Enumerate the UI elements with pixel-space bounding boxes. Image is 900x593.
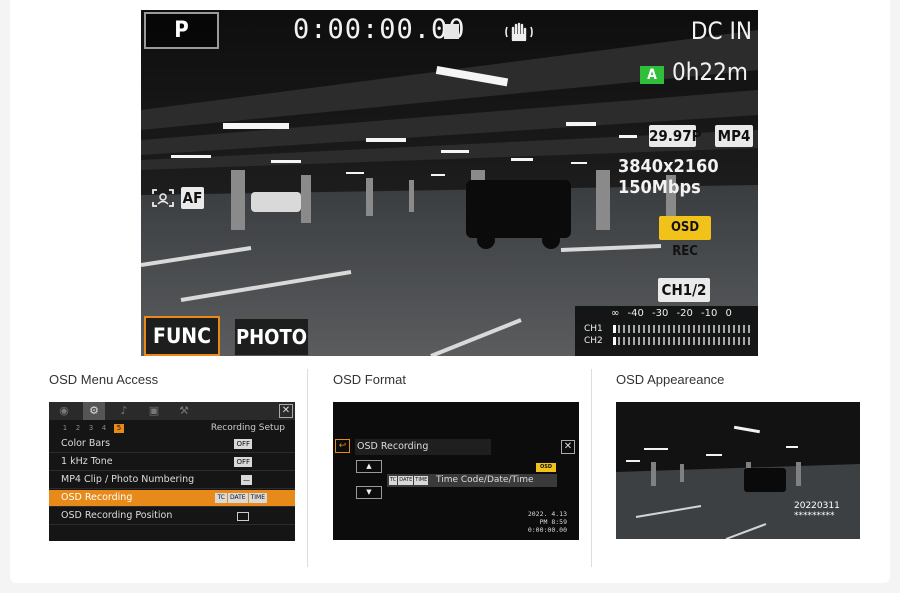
close-icon[interactable]: ✕ [279, 404, 293, 418]
osd-tags: TC DATE TIME [389, 476, 429, 485]
stamp-date: 2022. 4.13 [527, 510, 567, 518]
format-panel-title: OSD Recording [355, 439, 491, 455]
tag-time: TIME [414, 476, 429, 485]
menu-row-osd-recording[interactable]: OSD Recording TC DATE TIME [49, 490, 295, 507]
stop-icon [444, 24, 459, 39]
format-option-row[interactable]: TC DATE TIME Time Code/Date/Time [387, 474, 557, 487]
resolution-bitrate: 3840x2160 150Mbps [618, 156, 719, 198]
menu-page[interactable]: 2 [73, 424, 83, 433]
scroll-up-button[interactable]: ▲ [356, 460, 382, 473]
meter-ch2-label: CH2 [584, 336, 603, 346]
audio-icon[interactable]: ♪ [113, 402, 135, 420]
menu-row-value: OFF [234, 439, 252, 449]
func-button[interactable]: FUNC [144, 316, 220, 356]
osd-stamp-preview: 2022. 4.13 PM 8:59 0:00:00.00 [528, 510, 567, 534]
menu-row-1khz-tone[interactable]: 1 kHz Tone OFF [49, 454, 295, 471]
stamp-date: 20220311 [794, 501, 840, 511]
osd-rec-badge: OSD REC [536, 463, 556, 479]
position-icon [237, 512, 249, 521]
column-title-appearance: OSD Appeareance [616, 372, 725, 387]
back-icon[interactable]: ↩ [335, 439, 350, 453]
menu-section-title: Recording Setup [210, 423, 285, 433]
playback-icon[interactable]: ▣ [143, 402, 165, 420]
menu-page-active[interactable]: 5 [114, 424, 124, 433]
stamp-time: PM 8:59 [539, 518, 567, 526]
menu-row-osd-position[interactable]: OSD Recording Position [49, 508, 295, 525]
meter-scale: ∞ -40 -30 -20 -10 0 [611, 308, 732, 319]
column-title-format: OSD Format [333, 372, 406, 387]
close-icon[interactable]: ✕ [561, 440, 575, 454]
menu-row-value: OFF [234, 457, 252, 467]
meter-ch1-level [613, 325, 616, 333]
column-divider [591, 369, 592, 567]
photo-button[interactable]: PHOTO [234, 318, 309, 356]
meter-ch2-level [613, 337, 616, 345]
face-detect-icon [152, 189, 174, 207]
meter-ch1-bar [613, 325, 753, 333]
menu-page[interactable]: 1 [60, 424, 70, 433]
menu-row-value: — [241, 475, 252, 485]
record-setup-icon[interactable]: ⚙ [83, 402, 105, 420]
osd-stamp-sample: 20220311 ********* [794, 501, 840, 521]
shooting-mode-indicator: P [144, 12, 219, 49]
wrench-icon[interactable]: ⚒ [173, 402, 195, 420]
column-divider [307, 369, 308, 567]
tag-time: TIME [248, 493, 267, 503]
osd-format-screen: ↩ OSD Recording ✕ ▲ ▼ OSD REC TCDATETIME… [333, 402, 579, 540]
audio-level-meter: ∞ -40 -30 -20 -10 0 CH1 CH2 [575, 306, 758, 356]
stamp-timecode: 0:00:00.00 [527, 526, 567, 534]
autofocus-badge: AF [181, 187, 204, 209]
menu-page[interactable]: 3 [86, 424, 96, 433]
power-source-indicator: DC IN [690, 17, 752, 45]
osd-appearance-preview: 20220311 ********* [616, 402, 860, 539]
tag-date: DATE [398, 476, 414, 485]
viewfinder-preview: P 0:00:00.00 DC IN A 0h22m 29.97P MP4 38… [141, 10, 758, 356]
menu-page[interactable]: 4 [99, 424, 109, 433]
menu-page-indicator: 1 2 3 4 5 Recording Setup [49, 422, 295, 435]
column-title-menu-access: OSD Menu Access [49, 372, 159, 387]
scroll-down-button[interactable]: ▼ [356, 486, 382, 499]
menu-tab-bar: ◉ ⚙ ♪ ▣ ⚒ ✕ [49, 402, 295, 420]
menu-row-label: OSD Recording [61, 492, 133, 503]
meter-ch2-bar [613, 337, 753, 345]
osd-tags: TC DATE TIME [214, 493, 267, 503]
tag-tc: TC [215, 493, 227, 503]
menu-row-label: Color Bars [61, 438, 111, 449]
battery-badge: A [640, 66, 664, 84]
menu-row-label: MP4 Clip / Photo Numbering [61, 474, 195, 485]
meter-ch1-label: CH1 [584, 324, 603, 334]
image-stabilizer-icon [505, 22, 533, 42]
menu-row-label: OSD Recording Position [61, 510, 173, 521]
menu-row-color-bars[interactable]: Color Bars OFF [49, 436, 295, 453]
menu-row-label: 1 kHz Tone [61, 456, 113, 467]
tag-tc: TC [389, 476, 398, 485]
tag-date: DATE [227, 493, 248, 503]
format-option-label: Time Code/Date/Time [436, 475, 534, 485]
menu-row-clip-numbering[interactable]: MP4 Clip / Photo Numbering — [49, 472, 295, 489]
camera-icon[interactable]: ◉ [53, 402, 75, 420]
frame-rate-badge: 29.97P [649, 125, 702, 147]
file-format-badge: MP4 [715, 125, 753, 147]
remaining-time: 0h22m [672, 58, 748, 86]
stamp-stars: ********* [794, 511, 835, 521]
audio-channels-badge: CH1/2 [658, 278, 710, 302]
osd-menu-screen: ◉ ⚙ ♪ ▣ ⚒ ✕ 1 2 3 4 5 Recording Setup Co… [49, 402, 295, 541]
timecode-display: 0:00:00.00 [293, 14, 466, 45]
osd-rec-badge: OSD REC [659, 216, 711, 259]
